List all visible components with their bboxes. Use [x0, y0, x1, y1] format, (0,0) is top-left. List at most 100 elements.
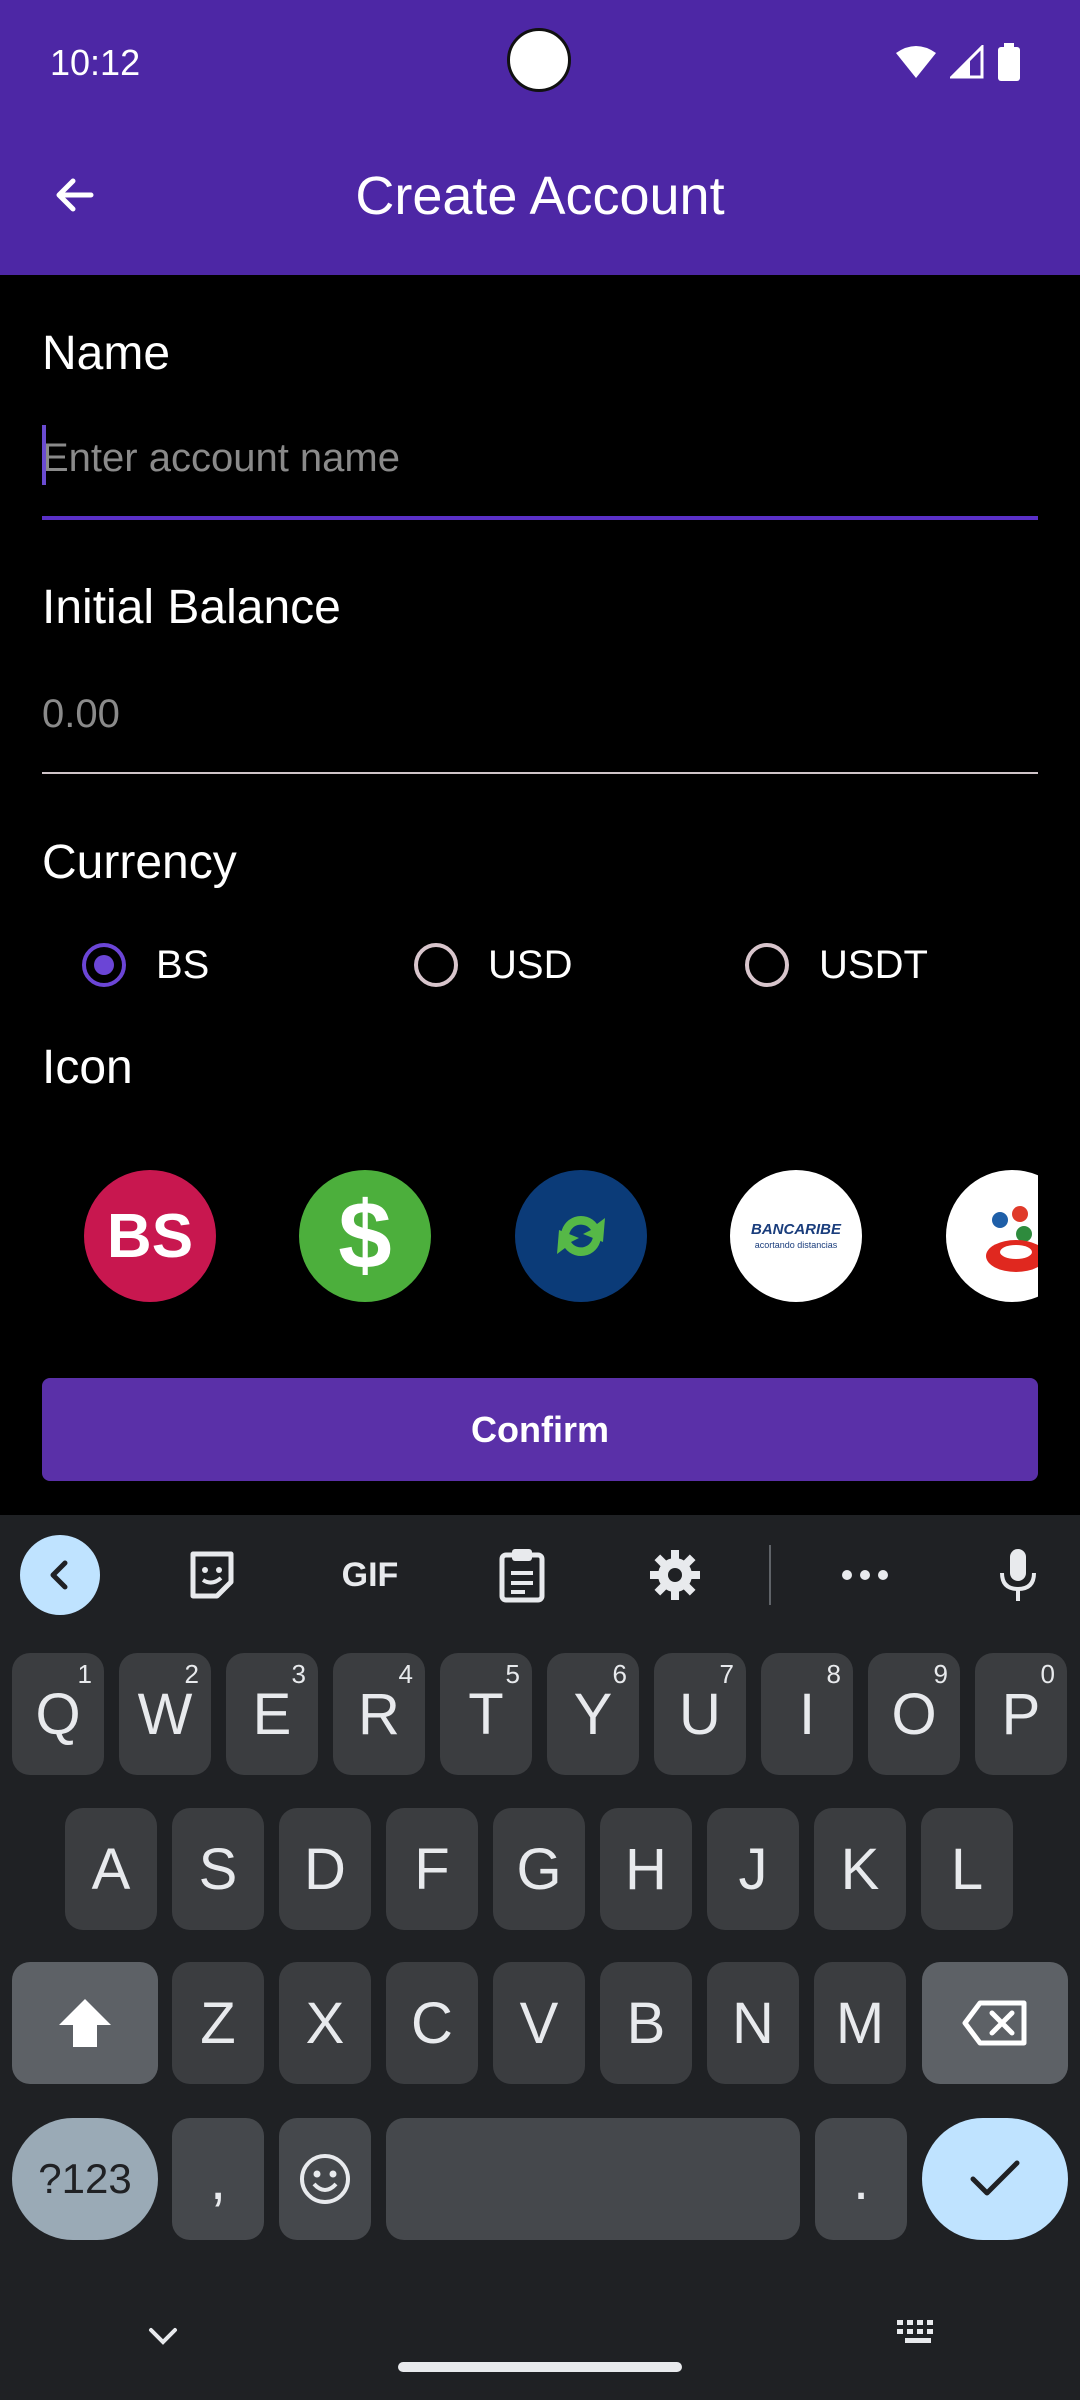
- key-label: T: [468, 1681, 504, 1747]
- radio-bs[interactable]: [82, 943, 126, 987]
- emoji-key[interactable]: [279, 2118, 371, 2240]
- key-e[interactable]: E3: [226, 1653, 318, 1775]
- clipboard-icon: [499, 1549, 545, 1603]
- keyboard-collapse-button[interactable]: [20, 1535, 100, 1615]
- key-f[interactable]: F: [386, 1808, 478, 1930]
- key-q[interactable]: Q1: [12, 1653, 104, 1775]
- key-label: Y: [573, 1681, 613, 1747]
- space-key[interactable]: [386, 2118, 800, 2240]
- key-h[interactable]: H: [600, 1808, 692, 1930]
- key-number-hint: 7: [719, 1659, 734, 1689]
- chevron-left-icon: [50, 1560, 68, 1590]
- key-d[interactable]: D: [279, 1808, 371, 1930]
- backspace-key[interactable]: [922, 1962, 1068, 2084]
- key-m[interactable]: M: [814, 1962, 906, 2084]
- key-o[interactable]: O9: [868, 1653, 960, 1775]
- key-v[interactable]: V: [493, 1962, 585, 2084]
- key-u[interactable]: U7: [654, 1653, 746, 1775]
- key-i[interactable]: I8: [761, 1653, 853, 1775]
- key-l[interactable]: L: [921, 1808, 1013, 1930]
- key-b[interactable]: B: [600, 1962, 692, 2084]
- key-label: Z: [200, 1990, 236, 2056]
- symbols-key[interactable]: ?123: [12, 2118, 158, 2240]
- sticker-icon: [190, 1551, 234, 1599]
- balance-field[interactable]: [42, 666, 1038, 762]
- key-number-hint: 3: [291, 1659, 306, 1689]
- radio-usdt[interactable]: [745, 943, 789, 987]
- text-cursor: [42, 425, 46, 485]
- key-y[interactable]: Y6: [547, 1653, 639, 1775]
- comma-key[interactable]: ,: [172, 2118, 264, 2240]
- key-k[interactable]: K: [814, 1808, 906, 1930]
- currency-option-bs[interactable]: BS: [82, 930, 209, 1000]
- key-j[interactable]: J: [707, 1808, 799, 1930]
- settings-button[interactable]: [635, 1535, 715, 1615]
- soft-keyboard: [0, 1515, 1080, 2400]
- radio-usd[interactable]: [414, 943, 458, 987]
- name-field[interactable]: [42, 410, 1038, 506]
- key-label: O: [891, 1681, 937, 1747]
- keyboard-hide-button[interactable]: [145, 2318, 181, 2357]
- period-key[interactable]: .: [815, 2118, 907, 2240]
- key-label: U: [679, 1681, 721, 1747]
- key-s[interactable]: S: [172, 1808, 264, 1930]
- sticker-button[interactable]: [172, 1535, 252, 1615]
- keyboard-icon: [897, 2320, 933, 2343]
- wifi-icon: [896, 46, 936, 78]
- key-t[interactable]: T5: [440, 1653, 532, 1775]
- radio-bs-label: BS: [156, 942, 210, 987]
- battery-icon: [998, 43, 1020, 81]
- more-button[interactable]: [825, 1535, 905, 1615]
- name-input[interactable]: [42, 410, 1038, 506]
- red-circles-bank-icon[interactable]: [946, 1170, 1038, 1302]
- green-arrows-bank-icon[interactable]: [515, 1170, 647, 1302]
- key-r[interactable]: R4: [333, 1653, 425, 1775]
- balance-underline: [42, 772, 1038, 774]
- gear-icon: [650, 1550, 700, 1600]
- key-g[interactable]: G: [493, 1808, 585, 1930]
- bs-icon[interactable]: BS: [84, 1170, 216, 1302]
- enter-key[interactable]: [922, 2118, 1068, 2240]
- key-number-hint: 6: [612, 1659, 627, 1689]
- bancaribe-icon[interactable]: BANCARIBE acortando distancias: [730, 1170, 862, 1302]
- currency-option-usd[interactable]: USD: [414, 930, 572, 1000]
- key-number-hint: 5: [505, 1659, 520, 1689]
- status-icons: [896, 40, 1020, 84]
- key-x[interactable]: X: [279, 1962, 371, 2084]
- shift-icon: [59, 1999, 111, 2047]
- dollar-icon[interactable]: $: [299, 1170, 431, 1302]
- svg-text:$: $: [338, 1186, 391, 1286]
- key-p[interactable]: P0: [975, 1653, 1067, 1775]
- key-label: F: [414, 1836, 450, 1902]
- name-underline: [42, 516, 1038, 520]
- currency-label: Currency: [42, 836, 237, 889]
- key-z[interactable]: Z: [172, 1962, 264, 2084]
- microphone-icon: [1000, 1549, 1036, 1601]
- backspace-icon: [962, 2000, 1027, 2046]
- balance-input[interactable]: [42, 666, 1038, 762]
- gesture-nav-handle[interactable]: [398, 2362, 682, 2372]
- shift-key[interactable]: [12, 1962, 158, 2084]
- radio-usd-label: USD: [488, 942, 573, 987]
- key-label: N: [732, 1990, 774, 2056]
- more-horizontal-icon: [842, 1570, 888, 1580]
- currency-option-usdt[interactable]: USDT: [745, 930, 928, 1000]
- key-n[interactable]: N: [707, 1962, 799, 2084]
- key-w[interactable]: W2: [119, 1653, 211, 1775]
- voice-input-button[interactable]: [978, 1535, 1058, 1615]
- check-icon: [970, 2160, 1020, 2196]
- icon-carousel[interactable]: BS $ BANCARIBE acortando distancias: [42, 1170, 1038, 1302]
- key-number-hint: 0: [1040, 1659, 1055, 1689]
- key-label: K: [840, 1836, 880, 1902]
- toolbar-divider: [769, 1545, 771, 1605]
- key-label: A: [91, 1836, 131, 1902]
- key-number-hint: 9: [933, 1659, 948, 1689]
- key-c[interactable]: C: [386, 1962, 478, 2084]
- key-a[interactable]: A: [65, 1808, 157, 1930]
- radio-usdt-label: USDT: [819, 942, 928, 987]
- gif-button[interactable]: GIF: [325, 1535, 415, 1615]
- keyboard-switch-button[interactable]: [895, 2318, 941, 2357]
- confirm-button[interactable]: Confirm: [42, 1378, 1038, 1481]
- clipboard-button[interactable]: [482, 1535, 562, 1615]
- key-number-hint: 4: [398, 1659, 413, 1689]
